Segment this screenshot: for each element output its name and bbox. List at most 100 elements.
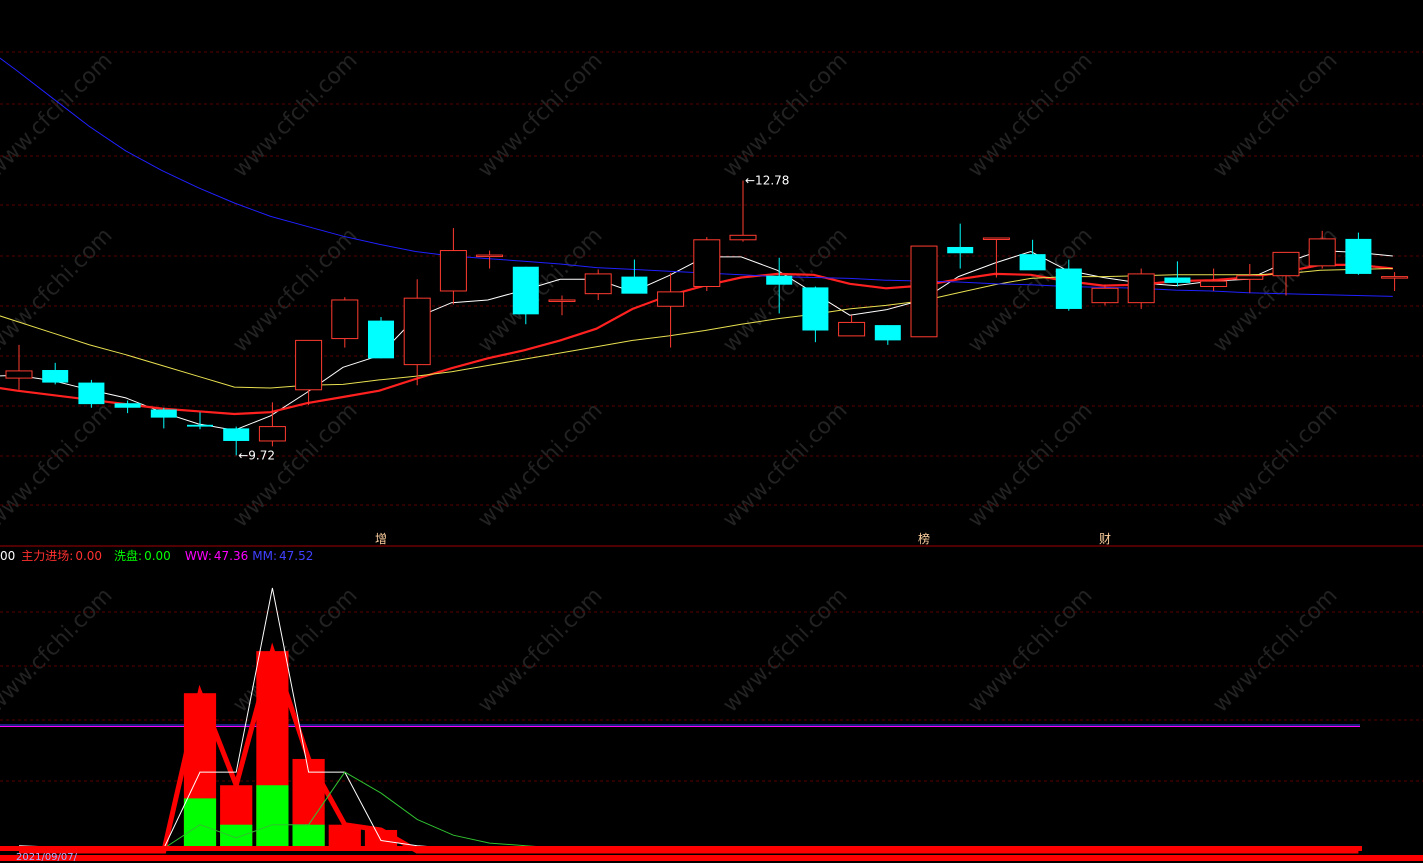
watermark-text: www.cfchi.com	[228, 48, 362, 182]
watermark-text: www.cfchi.com	[228, 398, 362, 532]
candle-body-down	[802, 287, 829, 331]
candle-body-up	[1381, 276, 1409, 279]
candle	[982, 237, 1010, 278]
watermark-text: www.cfchi.com	[963, 48, 1097, 182]
candle	[78, 379, 105, 408]
candle-body-up	[1308, 238, 1336, 267]
candle	[403, 279, 431, 386]
candle	[910, 245, 938, 338]
candle	[693, 237, 721, 291]
candle-body-up	[548, 299, 576, 302]
candle-body-up	[476, 254, 504, 258]
grid-lines	[0, 51, 1423, 782]
candle	[1164, 261, 1191, 287]
indicator-line-green	[18, 771, 1359, 849]
indicator-legend: 00 主力进场: 0.00 洗盘: 0.00 WW: 47.36 MM: 47.52	[0, 547, 319, 564]
candle	[1345, 232, 1372, 275]
candle-body-up	[1236, 275, 1264, 280]
candle-body-up	[439, 250, 467, 292]
candle	[1127, 268, 1155, 309]
event-marker: 财	[1099, 532, 1111, 546]
legend-lead: 00	[0, 549, 16, 563]
candle	[1381, 272, 1409, 291]
legend-main-value: 0.00	[75, 549, 103, 563]
watermark-text: www.cfchi.com	[0, 398, 118, 532]
event-marker: 增	[375, 532, 387, 546]
candle-body-down	[187, 424, 213, 427]
candle	[42, 362, 69, 385]
candle-body-down	[78, 382, 105, 405]
candle-body-up	[258, 426, 286, 442]
event-marker: 榜	[918, 531, 930, 546]
legend-wash-label: 洗盘:	[114, 549, 143, 563]
candle	[1019, 239, 1046, 271]
date-label: 2021/09/07/	[16, 852, 78, 863]
candle-body-up	[693, 239, 721, 287]
candle	[295, 339, 323, 406]
candle-body-down	[766, 275, 793, 285]
candle	[874, 325, 901, 345]
candle	[1091, 284, 1119, 306]
candle-body-up	[1091, 287, 1119, 304]
watermark-text: www.cfchi.com	[963, 583, 1097, 717]
candle-body-up	[729, 234, 757, 241]
watermark-text: www.cfchi.com	[473, 583, 607, 717]
candle-body-up	[982, 237, 1010, 240]
watermark-text: www.cfchi.com	[228, 583, 362, 717]
candle	[187, 412, 213, 430]
watermark-layer: www.cfchi.com www.cfchi.com www.cfchi.com w…	[0, 48, 1343, 717]
candle-body-up	[295, 339, 323, 391]
candle-body-up	[331, 299, 359, 340]
watermark-text: www.cfchi.com	[718, 398, 852, 532]
watermark-text: www.cfchi.com	[1208, 583, 1342, 717]
watermark-text: www.cfchi.com	[718, 583, 852, 717]
candle-body-up	[657, 291, 685, 307]
watermark-text: www.cfchi.com	[718, 223, 852, 357]
main-force-line	[19, 642, 1359, 854]
candle-body-up	[403, 297, 431, 366]
watermark-text: www.cfchi.com	[473, 398, 607, 532]
legend-ww-value: 47.36	[213, 549, 249, 563]
candle	[802, 286, 829, 343]
candle-body-down	[512, 266, 539, 315]
watermark-text: www.cfchi.com	[1208, 398, 1342, 532]
candle-body-up	[910, 245, 938, 338]
candle	[548, 295, 576, 316]
high-price-label: ←12.78	[745, 174, 789, 188]
candle-body-down	[114, 403, 141, 408]
candle	[368, 317, 394, 359]
wash-bar	[256, 785, 289, 847]
low-price-label: ←9.72	[238, 448, 275, 462]
candle-body-up	[838, 321, 866, 337]
legend-mm-label: MM:	[252, 549, 277, 563]
legend-wash-value: 0.00	[144, 549, 171, 563]
candle	[621, 259, 648, 294]
candle	[838, 315, 866, 337]
candle	[947, 223, 974, 269]
baseline-bar	[0, 846, 1362, 851]
candle-body-up	[1272, 251, 1300, 277]
candle-body-up	[1200, 280, 1228, 287]
wash-bar	[292, 824, 325, 847]
candle-body-up	[584, 273, 612, 295]
watermark-text: www.cfchi.com	[0, 583, 118, 717]
candle-body-down	[368, 320, 394, 359]
legend-main-label: 主力进场:	[21, 549, 74, 563]
ma-line-red	[0, 263, 1393, 416]
candle	[150, 407, 177, 429]
candle-body-down	[1055, 268, 1082, 309]
watermark-text: www.cfchi.com	[1208, 48, 1342, 182]
watermark-text: www.cfchi.com	[473, 48, 607, 182]
candle-body-down	[42, 370, 69, 383]
candle-body-up	[5, 370, 33, 379]
candle-body-down	[1019, 254, 1046, 271]
candle	[331, 297, 359, 348]
legend-mm-value: 47.52	[279, 549, 314, 563]
wash-bar	[183, 798, 217, 847]
stock-chart[interactable]: www.cfchi.com www.cfchi.com www.cfchi.com w…	[0, 0, 1423, 861]
candle	[439, 228, 467, 305]
candle	[729, 180, 757, 242]
candles	[5, 180, 1409, 456]
watermark-text: www.cfchi.com	[963, 398, 1097, 532]
candle-body-down	[1164, 277, 1191, 283]
